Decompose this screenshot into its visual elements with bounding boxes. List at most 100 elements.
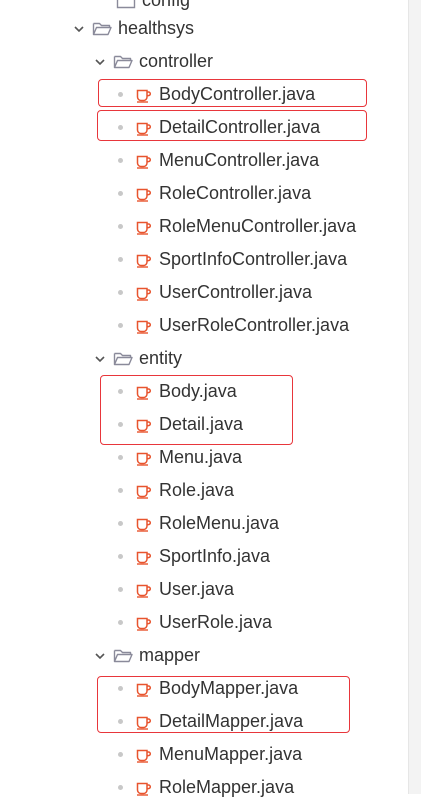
tree-file-label: RoleMapper.java [159, 777, 295, 797]
tree-file-item[interactable]: BodyController.java [0, 78, 408, 111]
tree-file-item[interactable]: BodyMapper.java [0, 672, 408, 705]
tree-file-item[interactable]: RoleMenuController.java [0, 210, 408, 243]
tree-file-label: UserRole.java [159, 612, 273, 632]
tree-file-label: DetailController.java [159, 117, 321, 137]
indent-dot [118, 422, 123, 427]
indent-dot [118, 455, 123, 460]
tree-folder-controller[interactable]: controller [0, 45, 408, 78]
indent-dot [118, 587, 123, 592]
tree-file-label: BodyMapper.java [159, 678, 299, 698]
java-coffee-cup-icon [136, 683, 152, 697]
tree-folder-label: healthsys [118, 18, 195, 38]
java-coffee-cup-icon [136, 287, 152, 301]
indent-dot [118, 521, 123, 526]
indent-dot [118, 290, 123, 295]
indent-dot [118, 620, 123, 625]
indent-dot [118, 92, 123, 97]
tree-folder-label: config [142, 0, 191, 10]
indent-dot [118, 257, 123, 262]
tree-file-item[interactable]: DetailController.java [0, 111, 408, 144]
tree-file-item[interactable]: Menu.java [0, 441, 408, 474]
indent-dot [118, 785, 123, 790]
java-coffee-cup-icon [136, 617, 152, 631]
java-coffee-cup-icon [136, 782, 152, 796]
indent-dot [118, 125, 123, 130]
indent-dot [118, 488, 123, 493]
java-coffee-cup-icon [136, 452, 152, 466]
indent-dot [118, 752, 123, 757]
tree-file-item[interactable]: MenuMapper.java [0, 738, 408, 771]
java-coffee-cup-icon [136, 485, 152, 499]
java-coffee-cup-icon [136, 221, 152, 235]
java-coffee-cup-icon [136, 155, 152, 169]
indent-dot [118, 323, 123, 328]
java-coffee-cup-icon [136, 419, 152, 433]
tree-file-label: Detail.java [159, 414, 244, 434]
tree-file-label: UserRoleController.java [159, 315, 350, 335]
tree-file-label: MenuMapper.java [159, 744, 303, 764]
tree-file-item[interactable]: RoleMapper.java [0, 771, 408, 804]
tree-file-label: RoleMenu.java [159, 513, 280, 533]
indent-dot [118, 158, 123, 163]
tree-file-item[interactable]: DetailMapper.java [0, 705, 408, 738]
tree-file-item[interactable]: SportInfoController.java [0, 243, 408, 276]
tree-file-label: UserController.java [159, 282, 313, 302]
indent-dot [118, 686, 123, 691]
tree-folder-label: mapper [139, 645, 201, 665]
tree-file-label: BodyController.java [159, 84, 316, 104]
tree-file-item[interactable]: RoleController.java [0, 177, 408, 210]
java-coffee-cup-icon [136, 386, 152, 400]
tree-file-item[interactable]: Detail.java [0, 408, 408, 441]
java-coffee-cup-icon [136, 320, 152, 334]
tree-file-item[interactable]: Body.java [0, 375, 408, 408]
folder-open-icon [92, 22, 112, 35]
tree-file-label: Role.java [159, 480, 235, 500]
tree-file-item[interactable]: RoleMenu.java [0, 507, 408, 540]
tree-file-label: DetailMapper.java [159, 711, 304, 731]
java-coffee-cup-icon [136, 749, 152, 763]
indent-dot [118, 554, 123, 559]
tree-file-item[interactable]: User.java [0, 573, 408, 606]
tree-file-item[interactable]: MenuController.java [0, 144, 408, 177]
indent-dot [118, 224, 123, 229]
tree-folder-healthsys[interactable]: healthsys [0, 12, 408, 45]
tree-file-label: Body.java [159, 381, 237, 401]
tree-folder-label: entity [139, 348, 183, 368]
tree-folder-mapper[interactable]: mapper [0, 639, 408, 672]
java-coffee-cup-icon [136, 89, 152, 103]
folder-icon [116, 0, 136, 8]
tree-file-item[interactable]: UserRole.java [0, 606, 408, 639]
chevron-down-icon[interactable] [72, 22, 86, 36]
java-coffee-cup-icon [136, 122, 152, 136]
chevron-down-icon[interactable] [93, 649, 107, 663]
java-coffee-cup-icon [136, 716, 152, 730]
folder-open-icon [113, 649, 133, 662]
java-coffee-cup-icon [136, 518, 152, 532]
tree-file-label: Menu.java [159, 447, 243, 467]
folder-open-icon [113, 352, 133, 365]
java-coffee-cup-icon [136, 584, 152, 598]
chevron-down-icon[interactable] [93, 55, 107, 69]
java-coffee-cup-icon [136, 551, 152, 565]
tree-folder-label: controller [139, 51, 214, 71]
tree-file-item[interactable]: SportInfo.java [0, 540, 408, 573]
tree-file-item[interactable]: Role.java [0, 474, 408, 507]
tree-file-label: SportInfo.java [159, 546, 271, 566]
tree-file-item[interactable]: UserRoleController.java [0, 309, 408, 342]
java-coffee-cup-icon [136, 254, 152, 268]
tree-file-label: MenuController.java [159, 150, 320, 170]
tree-file-label: SportInfoController.java [159, 249, 348, 269]
tree-folder-entity[interactable]: entity [0, 342, 408, 375]
file-explorer-tree: config healthsys controller BodyControll… [0, 0, 408, 797]
tree-file-item[interactable]: UserController.java [0, 276, 408, 309]
vertical-scrollbar[interactable] [408, 0, 421, 794]
java-coffee-cup-icon [136, 188, 152, 202]
folder-open-icon [113, 55, 133, 68]
chevron-down-icon[interactable] [93, 352, 107, 366]
indent-dot [118, 191, 123, 196]
indent-dot [118, 389, 123, 394]
tree-file-label: RoleMenuController.java [159, 216, 357, 236]
tree-file-label: RoleController.java [159, 183, 312, 203]
tree-file-label: User.java [159, 579, 235, 599]
indent-dot [118, 719, 123, 724]
